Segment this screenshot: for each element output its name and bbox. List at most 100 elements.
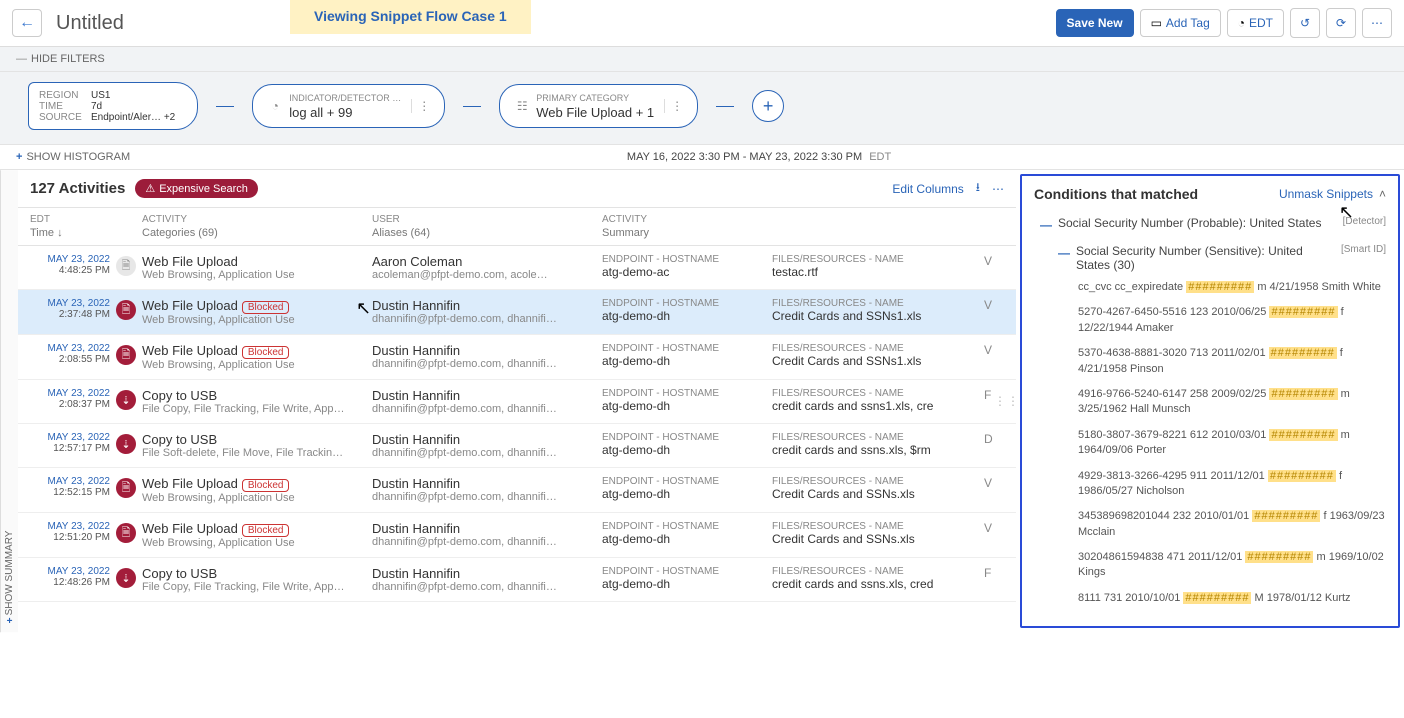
- row-date: MAY 23, 2022: [30, 476, 110, 487]
- snippet-item: 5370-4638-8881-3020 713 2011/02/01 #####…: [1078, 346, 1386, 377]
- refresh-button[interactable]: ⟳: [1326, 8, 1356, 38]
- activity-type-icon: ⇣: [116, 390, 136, 410]
- masked-value: #########: [1269, 388, 1337, 400]
- activity-type-icon: ⇣: [116, 568, 136, 588]
- activity-title: Web File UploadBlocked: [142, 476, 372, 492]
- activity-categories: Web Browsing, Application Use: [142, 492, 372, 504]
- filter-connector: [716, 106, 734, 107]
- table-row[interactable]: MAY 23, 202212:57:17 PM⇣Copy to USBFile …: [18, 424, 1016, 468]
- activity-type-icon: 🗎: [116, 345, 136, 365]
- activity-count: 127 Activities: [30, 180, 125, 197]
- col-summary[interactable]: ACTIVITYSummary: [602, 214, 772, 239]
- filter-main[interactable]: REGIONUS1 TIME7d SOURCEEndpoint/Aler… +2: [28, 82, 198, 130]
- chevron-up-icon[interactable]: ˄: [1379, 187, 1386, 201]
- endpoint-value: atg-demo-dh: [602, 487, 772, 501]
- unmask-snippets-link[interactable]: Unmask Snippets: [1279, 187, 1373, 201]
- show-summary-tab[interactable]: +SHOW SUMMARY: [0, 170, 18, 632]
- snippet-item: 8111 731 2010/10/01 ######### M 1978/01/…: [1078, 591, 1386, 606]
- row-extra: V: [984, 298, 1004, 312]
- activity-categories: File Soft-delete, File Move, File Tracki…: [142, 447, 372, 459]
- category-icon: ☷: [514, 99, 530, 113]
- table-row[interactable]: MAY 23, 20222:37:48 PM🗎Web File UploadBl…: [18, 290, 1016, 335]
- activity-categories: Web Browsing, Application Use: [142, 269, 372, 281]
- back-button[interactable]: ←: [12, 9, 42, 37]
- col-activity[interactable]: ACTIVITYCategories (69): [142, 214, 372, 239]
- column-headers: EDTTime ↓ ACTIVITYCategories (69) USERAl…: [18, 208, 1016, 246]
- row-date: MAY 23, 2022: [30, 432, 110, 443]
- activity-title: Web File UploadBlocked: [142, 298, 372, 314]
- masked-value: #########: [1269, 429, 1337, 441]
- histogram-bar: +SHOW HISTOGRAM MAY 16, 2022 3:30 PM - M…: [0, 145, 1404, 170]
- collapse-icon[interactable]: —: [1040, 218, 1052, 232]
- endpoint-value: atg-demo-dh: [602, 354, 772, 368]
- panel-resize-handle[interactable]: ⋮⋮: [994, 394, 1020, 408]
- filter-indicator[interactable]: ◔ INDICATOR/DETECTOR …log all + 99 ⋮: [252, 84, 445, 128]
- user-alias: dhannifin@pfpt-demo.com, dhannifi…: [372, 358, 602, 370]
- files-label: FILES/RESOURCES - NAME: [772, 521, 984, 532]
- table-row[interactable]: MAY 23, 202212:48:26 PM⇣Copy to USBFile …: [18, 558, 1016, 602]
- filter-menu-icon[interactable]: ⋮: [664, 99, 683, 113]
- filter-menu-icon[interactable]: ⋮: [411, 99, 430, 113]
- activity-type-icon: 🗎: [116, 256, 136, 276]
- table-row[interactable]: MAY 23, 202212:51:20 PM🗎Web File UploadB…: [18, 513, 1016, 558]
- user-name: Dustin Hannifin: [372, 298, 602, 313]
- files-label: FILES/RESOURCES - NAME: [772, 476, 984, 487]
- top-bar: ← Untitled Viewing Snippet Flow Case 1 S…: [0, 0, 1404, 47]
- endpoint-value: atg-demo-dh: [602, 532, 772, 546]
- table-row[interactable]: MAY 23, 20222:08:37 PM⇣Copy to USBFile C…: [18, 380, 1016, 424]
- blocked-badge: Blocked: [242, 301, 290, 314]
- more-button[interactable]: ⋯: [1362, 8, 1392, 38]
- row-date: MAY 23, 2022: [30, 388, 110, 399]
- table-row[interactable]: MAY 23, 202212:52:15 PM🗎Web File UploadB…: [18, 468, 1016, 513]
- hide-filters-toggle[interactable]: —HIDE FILTERS: [0, 47, 1404, 72]
- clock-icon: ◔: [267, 99, 283, 113]
- table-row[interactable]: MAY 23, 20222:08:55 PM🗎Web File UploadBl…: [18, 335, 1016, 380]
- endpoint-value: atg-demo-dh: [602, 399, 772, 413]
- masked-value: #########: [1186, 281, 1254, 293]
- show-histogram-toggle[interactable]: +SHOW HISTOGRAM: [16, 151, 130, 163]
- history-icon: ↺: [1300, 16, 1310, 30]
- edit-columns-link[interactable]: Edit Columns: [892, 182, 963, 196]
- col-user[interactable]: USERAliases (64): [372, 214, 602, 239]
- row-time: 12:48:26 PM: [30, 577, 110, 588]
- download-icon[interactable]: ⭳: [976, 178, 980, 199]
- table-row[interactable]: MAY 23, 20224:48:25 PM🗎Web File UploadWe…: [18, 246, 1016, 290]
- endpoint-label: ENDPOINT - HOSTNAME: [602, 254, 772, 265]
- condition-detector[interactable]: — Social Security Number (Probable): Uni…: [1034, 212, 1386, 240]
- filter-category[interactable]: ☷ PRIMARY CATEGORYWeb File Upload + 1 ⋮: [499, 84, 698, 128]
- table-more-icon[interactable]: ⋯: [992, 182, 1004, 196]
- row-date: MAY 23, 2022: [30, 566, 110, 577]
- user-alias: dhannifin@pfpt-demo.com, dhannifi…: [372, 581, 602, 593]
- row-time: 2:08:37 PM: [30, 399, 110, 410]
- detector-badge: [Detector]: [1343, 216, 1386, 227]
- files-value: credit cards and ssns.xls, cred: [772, 577, 984, 591]
- endpoint-label: ENDPOINT - HOSTNAME: [602, 432, 772, 443]
- activity-type-icon: ⇣: [116, 434, 136, 454]
- timezone-button[interactable]: ◔EDT: [1227, 9, 1284, 37]
- masked-value: #########: [1245, 551, 1313, 563]
- row-extra: D: [984, 432, 1004, 446]
- col-time[interactable]: EDTTime ↓: [30, 214, 116, 239]
- files-label: FILES/RESOURCES - NAME: [772, 298, 984, 309]
- condition-smartid[interactable]: — Social Security Number (Sensitive): Un…: [1034, 240, 1386, 280]
- activity-type-icon: 🗎: [116, 300, 136, 320]
- filter-bar: REGIONUS1 TIME7d SOURCEEndpoint/Aler… +2…: [0, 72, 1404, 145]
- conditions-panel: Conditions that matched Unmask Snippets …: [1020, 174, 1400, 628]
- masked-value: #########: [1252, 510, 1320, 522]
- row-extra: V: [984, 254, 1004, 268]
- collapse-icon[interactable]: —: [1058, 246, 1070, 260]
- smartid-badge: [Smart ID]: [1341, 244, 1386, 255]
- add-tag-button[interactable]: ▭Add Tag: [1140, 9, 1221, 37]
- user-alias: dhannifin@pfpt-demo.com, dhannifi…: [372, 403, 602, 415]
- refresh-icon: ⟳: [1336, 16, 1346, 30]
- snippet-item: 4916-9766-5240-6147 258 2009/02/25 #####…: [1078, 387, 1386, 418]
- files-label: FILES/RESOURCES - NAME: [772, 566, 984, 577]
- filter-connector: [216, 106, 234, 107]
- files-value: Credit Cards and SSNs1.xls: [772, 354, 984, 368]
- files-label: FILES/RESOURCES - NAME: [772, 343, 984, 354]
- history-button[interactable]: ↺: [1290, 8, 1320, 38]
- row-date: MAY 23, 2022: [30, 343, 110, 354]
- add-filter-button[interactable]: +: [752, 90, 784, 122]
- save-new-button[interactable]: Save New: [1056, 9, 1134, 37]
- endpoint-label: ENDPOINT - HOSTNAME: [602, 476, 772, 487]
